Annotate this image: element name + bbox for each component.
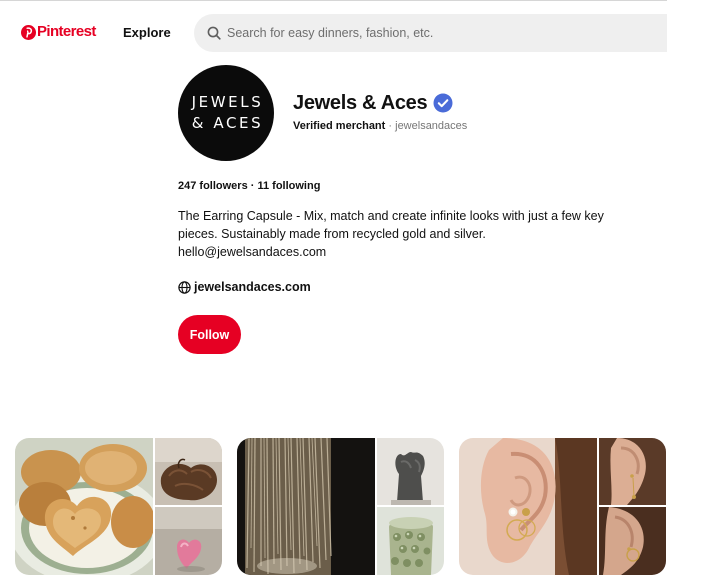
pinterest-logo[interactable]: Pinterest <box>21 24 96 40</box>
board-card[interactable] <box>459 438 666 575</box>
verified-merchant-label: Verified merchant <box>293 120 386 132</box>
separator-dot: · <box>388 120 393 132</box>
verified-badge-icon <box>433 93 453 113</box>
username: jewelsandaces <box>395 120 468 132</box>
profile-name-row: Jewels & Aces <box>293 91 453 115</box>
board-card[interactable] <box>15 438 222 575</box>
follow-button[interactable]: Follow <box>178 315 241 354</box>
profile-bio: The Earring Capsule - Mix, match and cre… <box>178 207 648 261</box>
board-card[interactable] <box>237 438 444 575</box>
board-cover-image <box>15 438 153 575</box>
board-side-image <box>599 438 666 505</box>
globe-icon <box>178 281 191 294</box>
bio-line: pieces. Sustainably made from recycled g… <box>178 227 486 241</box>
board-side-image <box>377 507 444 575</box>
avatar-logo-line1: JEWELS <box>191 93 264 111</box>
profile-avatar: JEWELS & ACES <box>178 65 274 161</box>
board-cover-image <box>237 438 375 575</box>
top-navigation: Pinterest Explore <box>0 1 721 63</box>
website-link[interactable]: jewelsandaces.com <box>194 280 311 295</box>
follower-stats[interactable]: 247 followers · 11 following <box>178 180 320 193</box>
search-icon <box>207 26 221 40</box>
logo-wordmark: Pinterest <box>37 23 96 40</box>
pinterest-p-icon <box>21 24 36 40</box>
website-link-row[interactable]: jewelsandaces.com <box>178 280 311 295</box>
avatar-logo-line2: & ACES <box>191 114 264 132</box>
board-side-image <box>599 507 666 575</box>
explore-link[interactable]: Explore <box>123 25 171 41</box>
board-side-image <box>377 438 444 505</box>
board-cover-image <box>459 438 597 575</box>
board-side-image <box>155 507 222 575</box>
search-bar[interactable] <box>194 14 667 52</box>
bio-email: hello@jewelsandaces.com <box>178 245 327 259</box>
bio-line: The Earring Capsule - Mix, match and cre… <box>178 209 604 223</box>
board-side-image <box>155 438 222 505</box>
profile-name: Jewels & Aces <box>293 92 428 114</box>
search-input[interactable] <box>227 14 657 52</box>
profile-subtitle: Verified merchant · jewelsandaces <box>293 120 467 133</box>
